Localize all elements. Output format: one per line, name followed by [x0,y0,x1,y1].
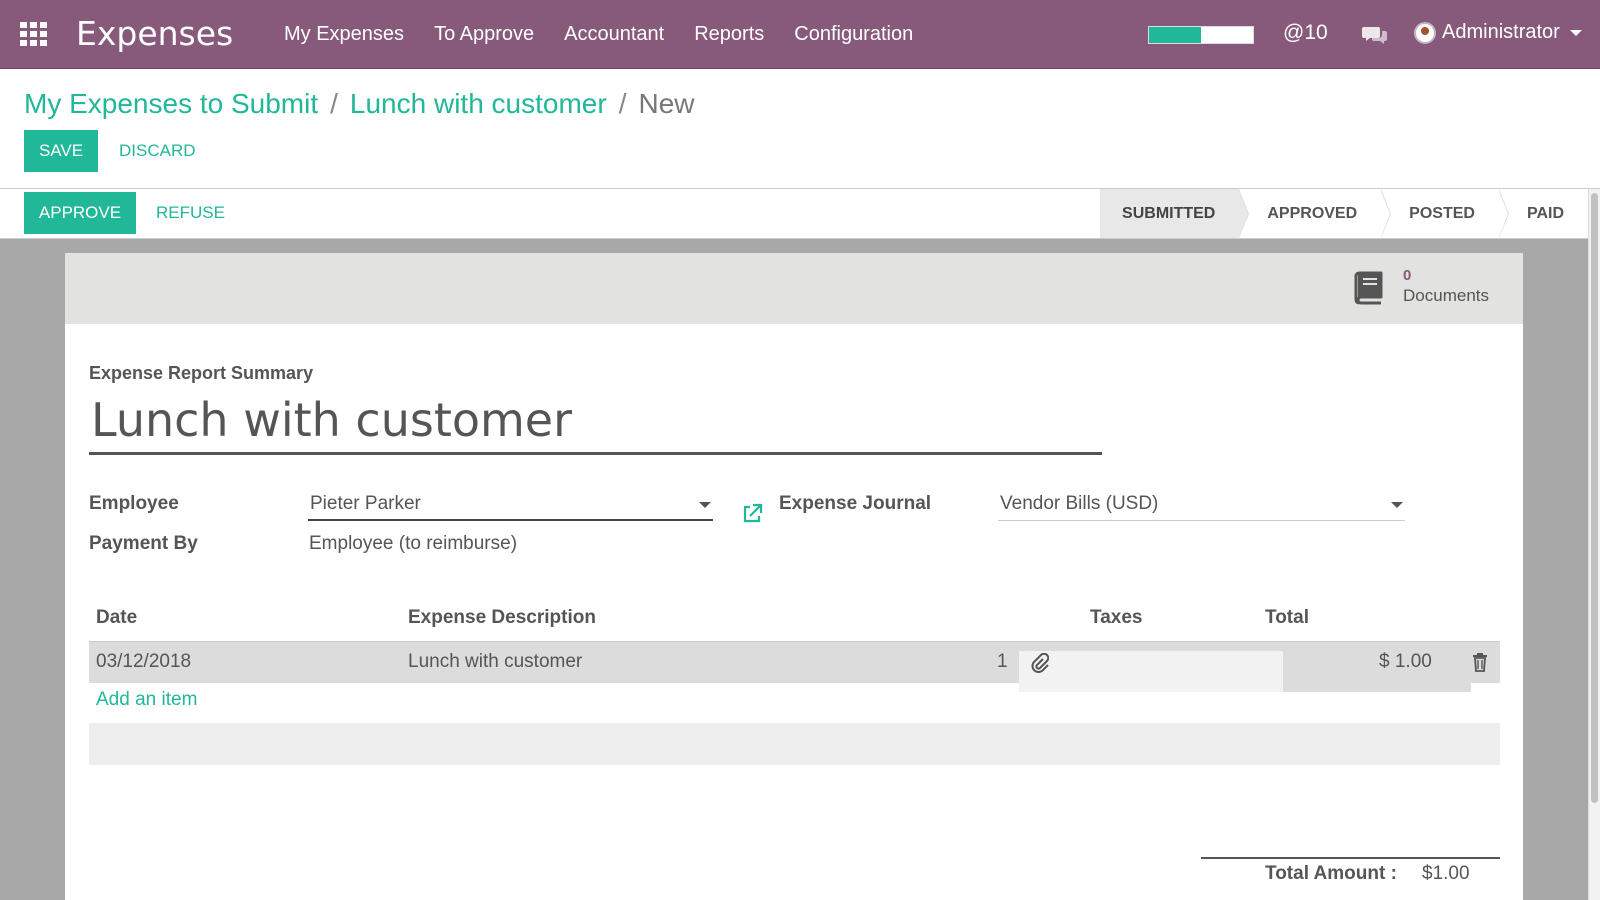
documents-label: Documents [1403,286,1489,305]
refuse-button[interactable]: REFUSE [156,192,225,234]
total-amount-value: $1.00 [1422,863,1470,884]
stage-arrow [1497,189,1509,239]
expense-lines-header: Date Expense Description Taxes Total [89,603,1500,641]
expense-journal-value: Vendor Bills (USD) [1000,493,1159,514]
expense-report-title-input[interactable]: Lunch with customer [89,393,1102,455]
total-divider [1201,857,1500,859]
user-menu[interactable]: Administrator [1414,21,1582,44]
payment-by-label: Payment By [89,533,198,554]
expense-journal-field[interactable]: Vendor Bills (USD) [998,489,1405,521]
menu-to-approve[interactable]: To Approve [434,23,534,46]
paperclip-icon[interactable] [1031,653,1049,673]
menu-my-expenses[interactable]: My Expenses [284,23,404,46]
column-header-description[interactable]: Expense Description [408,607,596,629]
menu-accountant[interactable]: Accountant [564,23,664,46]
breadcrumb-lunch-with-customer[interactable]: Lunch with customer [350,88,607,120]
add-an-item-link[interactable]: Add an item [96,689,197,711]
status-bar: APPROVE REFUSE SUBMITTED APPROVED POSTED… [0,189,1588,239]
column-header-date[interactable]: Date [96,607,137,629]
stage-label: SUBMITTED [1122,204,1216,222]
discard-button[interactable]: DISCARD [119,130,196,172]
breadcrumb: My Expenses to Submit / Lunch with custo… [24,88,695,120]
stage-approved[interactable]: APPROVED [1239,189,1392,239]
documents-smart-button[interactable]: 0 Documents [1351,267,1489,306]
employee-field[interactable]: Pieter Parker [308,489,713,521]
summary-label: Expense Report Summary [89,363,314,383]
external-link-icon[interactable] [741,503,763,525]
stage-arrow [1380,189,1392,239]
menu-reports[interactable]: Reports [694,23,764,46]
apps-menu-icon[interactable] [20,22,50,46]
stage-label: APPROVED [1267,204,1358,222]
column-header-taxes[interactable]: Taxes [1090,607,1142,629]
approve-button[interactable]: APPROVE [24,192,136,234]
stage-paid[interactable]: PAID [1498,189,1588,238]
top-navbar: Expenses My Expenses To Approve Accounta… [0,0,1600,69]
app-title: Expenses [76,14,234,53]
chat-icon[interactable] [1362,24,1388,46]
row-total: $ 1.00 [1379,651,1432,672]
expense-journal-label: Expense Journal [779,493,932,514]
form-sheet: 0 Documents Expense Report Summary Lunch… [65,253,1523,900]
employee-label: Employee [89,493,179,514]
breadcrumb-my-expenses-to-submit[interactable]: My Expenses to Submit [24,88,318,120]
save-button[interactable]: SAVE [24,130,98,172]
stage-submitted[interactable]: SUBMITTED [1100,189,1250,239]
breadcrumb-current: New [638,88,695,119]
chevron-down-icon [1569,29,1582,36]
table-row[interactable]: 03/12/2018 Lunch with customer 1 $ 1.00 [89,641,1500,692]
total-cell [1283,651,1471,692]
smart-button-box: 0 Documents [65,253,1523,324]
column-header-total[interactable]: Total [1265,607,1309,629]
documents-text: 0 Documents [1403,267,1489,306]
stage-label: PAID [1526,204,1564,222]
book-icon [1354,271,1383,304]
chevron-down-icon [1391,502,1403,508]
employee-value: Pieter Parker [310,493,421,514]
scrollbar[interactable] [1588,189,1600,900]
chevron-down-icon [699,502,711,508]
avatar [1414,21,1436,44]
breadcrumb-separator: / [330,88,338,119]
stage-arrow [1238,189,1250,239]
table-footer [89,723,1500,765]
onboarding-progress-bar[interactable] [1148,26,1254,44]
mentions-counter[interactable]: @10 [1283,21,1328,45]
trash-icon[interactable] [1471,652,1489,672]
payment-by-value: Employee (to reimburse) [309,533,518,554]
row-description: Lunch with customer [408,651,583,672]
user-name: Administrator [1442,21,1560,43]
row-attachment-count: 1 [997,651,1008,672]
documents-count: 0 [1403,267,1412,284]
stage-posted[interactable]: POSTED [1381,189,1509,239]
main-menu: My Expenses To Approve Accountant Report… [284,0,943,69]
stage-label: POSTED [1409,204,1475,222]
row-date: 03/12/2018 [96,651,192,672]
menu-configuration[interactable]: Configuration [794,23,913,46]
total-amount-label: Total Amount : [1265,863,1397,884]
taxes-cell [1019,651,1283,692]
progress-fill [1149,27,1201,43]
breadcrumb-separator: / [618,88,627,119]
stage-pipeline: SUBMITTED APPROVED POSTED PAID [1100,189,1588,239]
scrollbar-thumb[interactable] [1591,193,1598,803]
